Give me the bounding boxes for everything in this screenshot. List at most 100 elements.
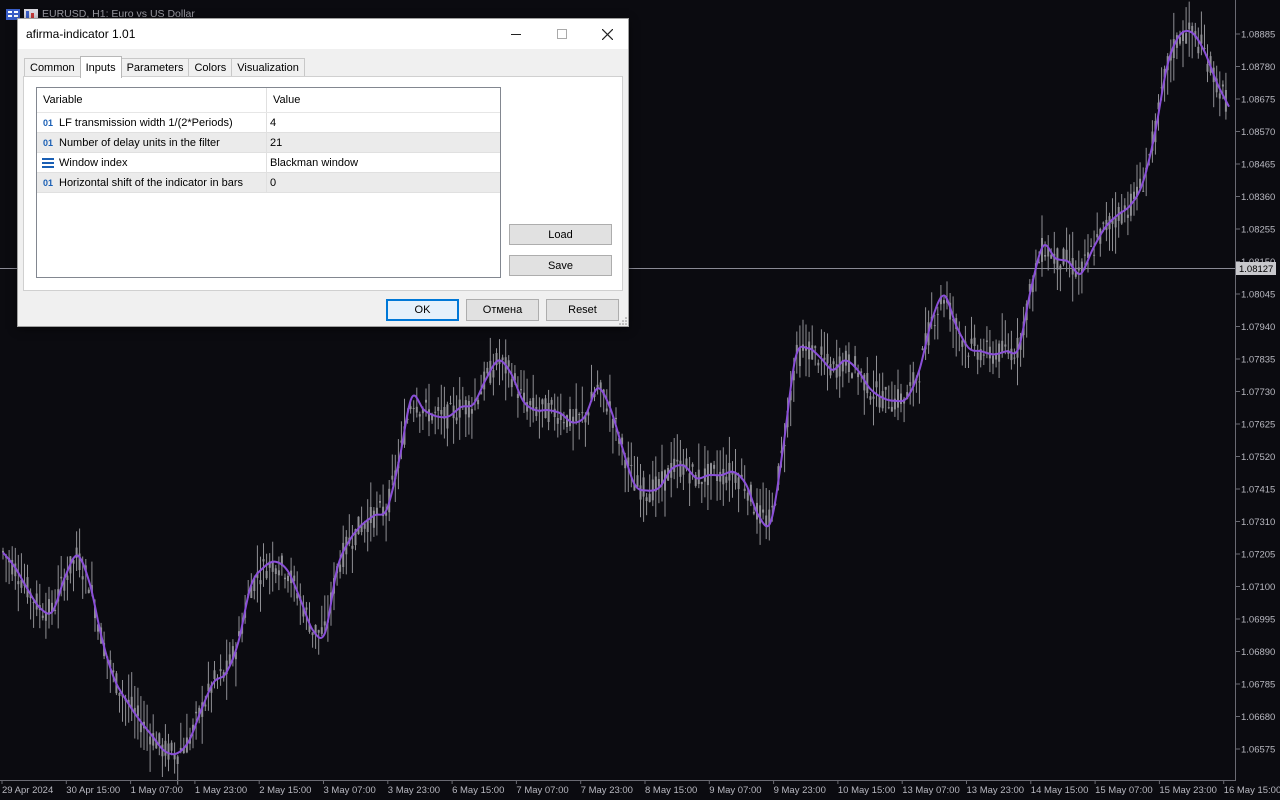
candle-body (391, 475, 394, 480)
value-cell[interactable]: 0 (267, 173, 276, 192)
value-cell[interactable]: Blackman window (267, 153, 358, 172)
candle-body (575, 408, 578, 422)
candle-body (811, 345, 814, 360)
candle-body (752, 511, 755, 514)
minimize-icon (511, 34, 521, 35)
candle-body (351, 545, 354, 549)
candle-body (823, 357, 826, 360)
candle-body (418, 414, 421, 417)
candle-body (982, 354, 985, 356)
candle-body (832, 361, 835, 365)
candle-body (434, 411, 437, 413)
tab-common[interactable]: Common (24, 58, 81, 77)
tab-visualization[interactable]: Visualization (231, 58, 305, 77)
candle-body (305, 607, 308, 610)
y-tick-label: 1.08885 (1241, 30, 1275, 41)
candle-body (54, 610, 57, 611)
tab-colors[interactable]: Colors (188, 58, 233, 77)
candle-body (771, 505, 774, 508)
candle-body (569, 409, 571, 427)
value-cell[interactable]: 4 (267, 113, 276, 132)
candle-body (581, 412, 584, 414)
candle-body (274, 568, 277, 574)
candle-body (66, 575, 69, 580)
cancel-button[interactable]: Отмена (466, 299, 539, 321)
x-tick-label: 29 Apr 2024 (2, 785, 53, 796)
value-cell[interactable]: 21 (267, 133, 282, 152)
candle-body (139, 723, 142, 733)
x-tick-label: 9 May 23:00 (774, 785, 826, 796)
table-row[interactable]: 01 LF transmission width 1/(2*Periods) 4 (37, 113, 500, 133)
table-row[interactable]: 01 Horizontal shift of the indicator in b… (37, 173, 500, 193)
candle-body (219, 669, 222, 672)
load-button[interactable]: Load (509, 224, 612, 245)
resize-grip-icon[interactable] (619, 317, 627, 325)
candle-body (918, 381, 921, 383)
candle-body (909, 382, 912, 386)
candle-body (195, 711, 198, 714)
candle-body (1185, 33, 1188, 44)
column-header-variable[interactable]: Variable (37, 88, 267, 112)
candle-body (437, 407, 440, 411)
candle-body (921, 348, 924, 350)
candle-body (501, 357, 504, 361)
x-tick-label: 9 May 07:00 (709, 785, 761, 796)
x-tick-label: 8 May 15:00 (645, 785, 697, 796)
dialog-titlebar[interactable]: afirma-indicator 1.01 (18, 19, 628, 49)
candle-body (743, 488, 746, 491)
candle-body (737, 477, 740, 490)
candle-body (875, 381, 878, 388)
candle-body (556, 418, 559, 424)
candle-body (415, 406, 418, 413)
save-button[interactable]: Save (509, 255, 612, 276)
variable-cell: 01 Number of delay units in the filter (37, 133, 267, 152)
candle-body (544, 398, 547, 418)
candle-body (851, 373, 853, 378)
reset-button[interactable]: Reset (546, 299, 619, 321)
candle-body (817, 362, 820, 366)
candle-body (814, 346, 817, 348)
candle-body (311, 632, 314, 636)
y-tick-label: 1.07415 (1241, 485, 1275, 496)
candle-body (869, 396, 872, 400)
minimize-button[interactable] (493, 19, 539, 49)
tab-inputs[interactable]: Inputs (79, 56, 122, 78)
variable-name: Number of delay units in the filter (59, 136, 220, 149)
candle-body (645, 497, 648, 501)
candle-body (562, 422, 565, 424)
candle-body (1114, 217, 1117, 228)
candle-body (167, 743, 170, 760)
candle-body (844, 350, 847, 366)
ok-button[interactable]: OK (386, 299, 459, 321)
candle-body (492, 370, 495, 378)
candle-body (470, 409, 473, 414)
candle-body (1083, 254, 1086, 256)
variable-name: Horizontal shift of the indicator in bar… (59, 176, 244, 189)
x-tick-label: 13 May 07:00 (902, 785, 960, 796)
table-row[interactable]: 01 Number of delay units in the filter 21 (37, 133, 500, 153)
tab-parameters[interactable]: Parameters (120, 58, 190, 77)
candle-body (553, 408, 556, 417)
candle-body (1090, 245, 1093, 247)
candle-body (988, 346, 991, 359)
x-tick-label: 10 May 15:00 (838, 785, 896, 796)
candle-body (657, 479, 660, 487)
x-tick-label: 14 May 15:00 (1031, 785, 1089, 796)
y-tick-label: 1.06785 (1241, 680, 1275, 691)
candle-body (676, 459, 679, 462)
candle-body (375, 507, 378, 514)
y-tick-label: 1.08570 (1241, 127, 1275, 138)
candle-body (970, 338, 973, 344)
close-button[interactable] (584, 19, 630, 49)
candle-body (520, 389, 522, 391)
y-tick-label: 1.07205 (1241, 550, 1275, 561)
table-header: Variable Value (37, 88, 500, 113)
y-tick-label: 1.07940 (1241, 322, 1275, 333)
candle-body (170, 742, 173, 751)
table-row[interactable]: Window index Blackman window (37, 153, 500, 173)
inputs-table: Variable Value 01 LF transmission width 1… (36, 87, 501, 278)
candle-body (688, 473, 691, 484)
candle-body (136, 705, 139, 717)
candle-body (630, 465, 633, 466)
column-header-value[interactable]: Value (267, 88, 300, 112)
